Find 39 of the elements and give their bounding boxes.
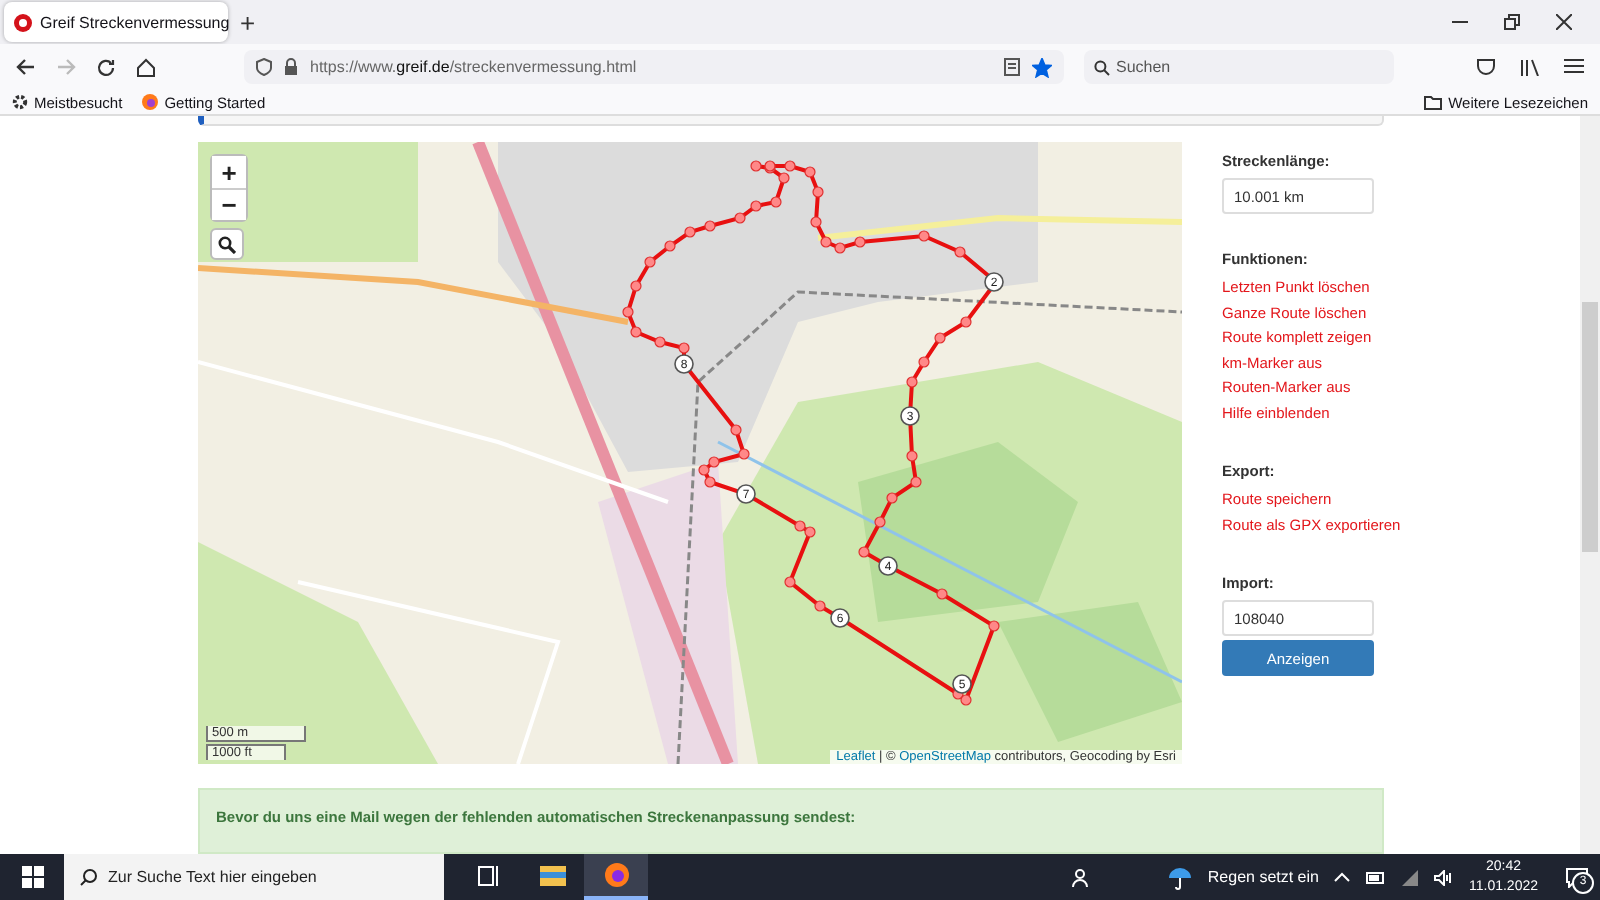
umbrella-icon[interactable] bbox=[1167, 865, 1192, 889]
site-logo-icon bbox=[14, 13, 32, 31]
people-icon[interactable] bbox=[1071, 867, 1092, 887]
address-bar[interactable]: https://www.greif.de/streckenvermessung.html bbox=[244, 50, 1064, 84]
windows-logo-icon[interactable] bbox=[22, 866, 44, 888]
reload-icon[interactable] bbox=[96, 57, 116, 77]
task-view-icon bbox=[477, 865, 499, 885]
pocket-icon[interactable] bbox=[1476, 58, 1496, 76]
folder-icon bbox=[1424, 95, 1443, 109]
weather-text: Regen setzt ein bbox=[1207, 868, 1319, 886]
restore-icon[interactable] bbox=[1504, 14, 1520, 30]
browser-logo-icon bbox=[142, 94, 159, 110]
battery-icon bbox=[1366, 871, 1387, 883]
search-button[interactable] bbox=[210, 228, 244, 261]
zoom-out-button[interactable]: − bbox=[212, 188, 246, 221]
tab-title: Greif Streckenvermessung bbox=[40, 13, 230, 31]
home-icon[interactable] bbox=[136, 57, 156, 77]
speaker-icon[interactable] bbox=[1434, 869, 1453, 885]
back-arrow-icon[interactable] bbox=[16, 58, 36, 76]
search-field[interactable]: Suchen bbox=[1084, 50, 1394, 84]
library-icon[interactable] bbox=[1520, 58, 1540, 76]
scrollbar[interactable] bbox=[1580, 116, 1600, 854]
network-icon[interactable] bbox=[1402, 869, 1419, 885]
taskbar-search-field[interactable]: Zur Suche Text hier eingeben bbox=[64, 854, 444, 900]
menu-icon[interactable] bbox=[1564, 58, 1584, 74]
new-tab-button[interactable]: + bbox=[240, 9, 256, 35]
shield-icon bbox=[256, 58, 272, 76]
browser-logo-icon bbox=[603, 862, 629, 888]
star-icon[interactable] bbox=[1032, 57, 1052, 77]
search-icon bbox=[218, 235, 236, 254]
close-icon[interactable] bbox=[1556, 14, 1572, 30]
folder-icon bbox=[539, 864, 565, 886]
chevron-up-icon[interactable] bbox=[1334, 872, 1351, 882]
lock-icon bbox=[284, 58, 298, 76]
url-text: https://www.greif.de/streckenvermessung.html bbox=[310, 58, 639, 76]
reader-view-icon[interactable] bbox=[1004, 58, 1020, 76]
gear-icon bbox=[12, 94, 28, 110]
speech-bubble-icon bbox=[1566, 867, 1588, 887]
browser-tab[interactable]: Greif Streckenvermessung bbox=[4, 2, 228, 42]
